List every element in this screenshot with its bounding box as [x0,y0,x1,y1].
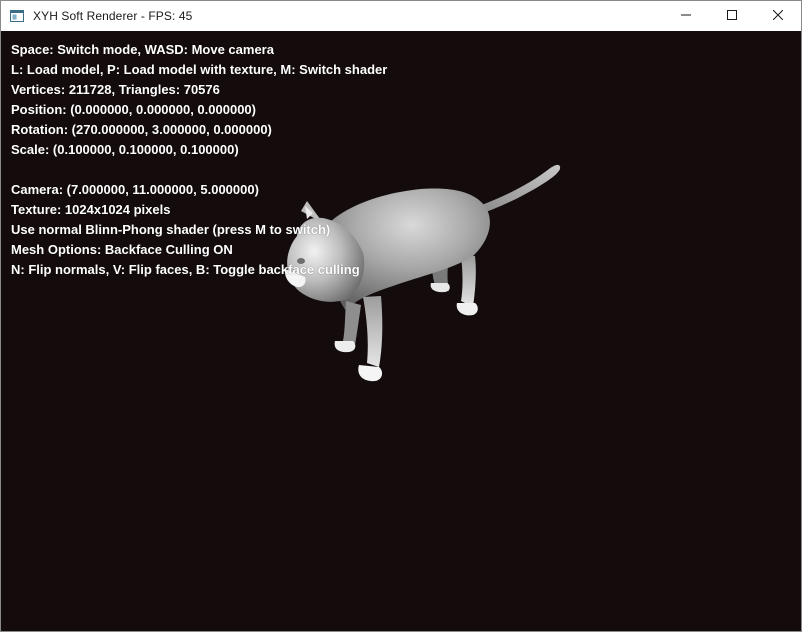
caption-buttons [663,1,801,31]
overlay-line-controls: Space: Switch mode, WASD: Move camera [11,42,274,57]
overlay-line-texture: Texture: 1024x1024 pixels [11,202,171,217]
close-button[interactable] [755,1,801,31]
minimize-icon [681,7,691,25]
overlay-line-mesh-stats: Vertices: 211728, Triangles: 70576 [11,82,220,97]
overlay-line-scale: Scale: (0.100000, 0.100000, 0.100000) [11,142,239,157]
maximize-button[interactable] [709,1,755,31]
overlay-line-mesh-options: Mesh Options: Backface Culling ON [11,242,233,257]
window-title: XYH Soft Renderer - FPS: 45 [33,9,193,23]
minimize-button[interactable] [663,1,709,31]
info-overlay: Space: Switch mode, WASD: Move camera L:… [11,40,387,280]
overlay-line-rotation: Rotation: (270.000000, 3.000000, 0.00000… [11,122,272,137]
overlay-line-load: L: Load model, P: Load model with textur… [11,62,388,77]
cat-front-legs [334,296,383,382]
render-viewport[interactable]: Space: Switch mode, WASD: Move camera L:… [1,31,801,631]
app-window-icon [9,8,25,24]
cat-tail [479,164,561,213]
title-bar[interactable]: XYH Soft Renderer - FPS: 45 [1,1,801,31]
renderer-window: XYH Soft Renderer - FPS: 45 Space: Switc… [0,0,802,632]
maximize-icon [727,7,737,25]
overlay-line-shader: Use normal Blinn-Phong shader (press M t… [11,222,331,237]
overlay-line-mesh-keys: N: Flip normals, V: Flip faces, B: Toggl… [11,262,360,277]
close-icon [772,7,784,25]
overlay-line-position: Position: (0.000000, 0.000000, 0.000000) [11,102,256,117]
overlay-line-camera: Camera: (7.000000, 11.000000, 5.000000) [11,182,259,197]
overlay-line-blank [11,160,387,180]
